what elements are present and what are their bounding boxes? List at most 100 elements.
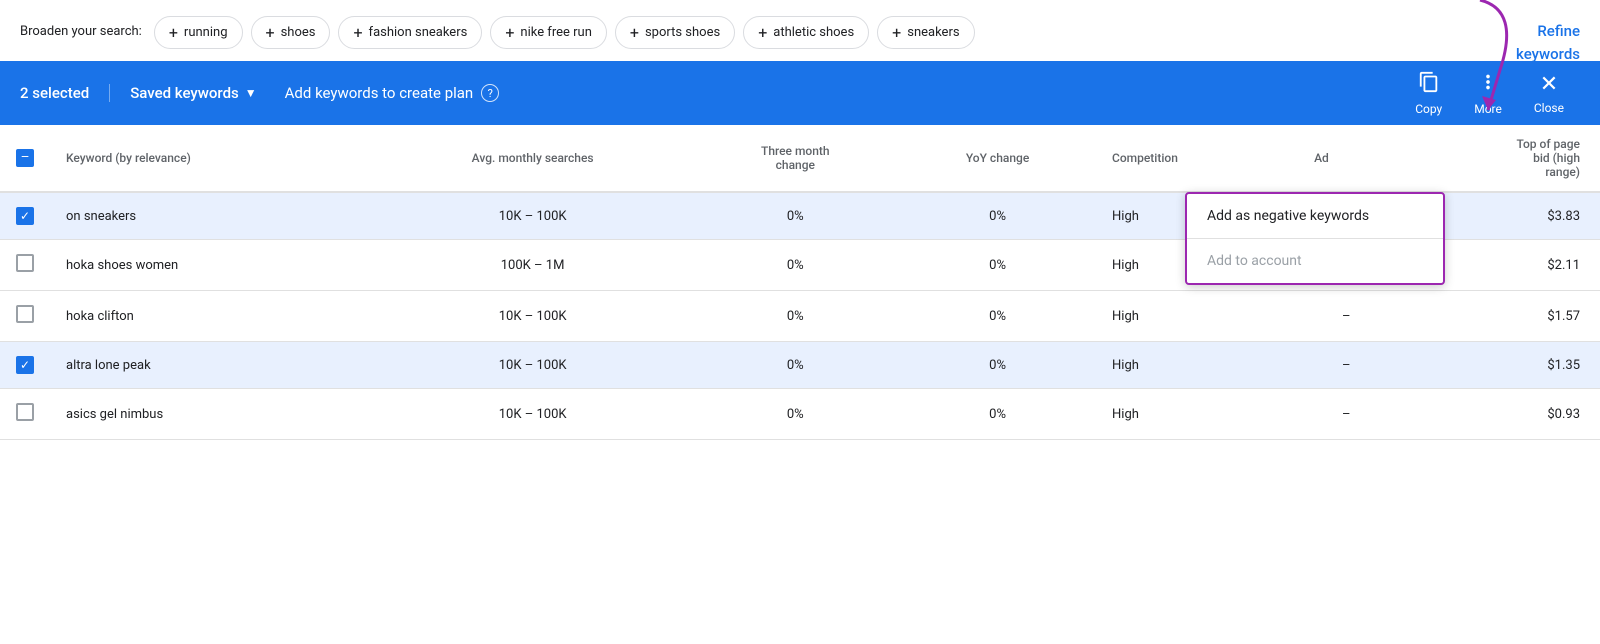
header-ad: Ad [1298,125,1394,192]
plus-icon: + [758,23,767,42]
row5-avg: 10K – 100K [374,389,692,440]
toolbar: 2 selected Saved keywords ▼ Add keywords… [0,61,1600,125]
row5-yoy: 0% [899,389,1096,440]
table-row: asics gel nimbus 10K – 100K 0% 0% High –… [0,389,1600,440]
row4-three-month: 0% [692,342,900,389]
plus-icon: + [630,23,639,42]
row4-avg: 10K – 100K [374,342,692,389]
row2-checkbox-cell[interactable] [0,240,50,291]
refine-keywords-label: Refinekeywords [1516,22,1580,63]
row3-avg: 10K – 100K [374,291,692,342]
row4-keyword: altra lone peak [50,342,374,389]
refine-keywords-link[interactable]: Refinekeywords [1500,16,1580,65]
chip-running-label: running [184,25,228,40]
row4-checkbox[interactable] [16,356,34,374]
row1-keyword: on sneakers [50,192,374,240]
add-to-account-option[interactable]: Add to account [1187,239,1443,283]
row3-checkbox-cell[interactable] [0,291,50,342]
plus-icon: + [505,23,514,42]
row4-competition: High [1096,342,1298,389]
chip-fashion-sneakers-label: fashion sneakers [369,25,468,40]
row3-yoy: 0% [899,291,1096,342]
row2-yoy: 0% [899,240,1096,291]
more-icon [1477,71,1499,98]
row1-yoy: 0% [899,192,1096,240]
header-bid: Top of pagebid (highrange) [1395,125,1600,192]
chip-sneakers-label: sneakers [907,25,959,40]
chevron-down-icon: ▼ [245,86,257,100]
row5-checkbox[interactable] [16,403,34,421]
header-competition: Competition [1096,125,1298,192]
chip-athletic-shoes[interactable]: + athletic shoes [743,16,869,49]
row3-keyword: hoka clifton [50,291,374,342]
row5-checkbox-cell[interactable] [0,389,50,440]
header-yoy: YoY change [899,125,1096,192]
chip-running[interactable]: + running [154,16,243,49]
add-keywords-button[interactable]: Add keywords to create plan ? [285,84,500,102]
page-wrapper: Broaden your search: + running + shoes +… [0,0,1600,644]
row3-checkbox[interactable] [16,305,34,323]
chip-athletic-shoes-label: athletic shoes [773,25,854,40]
chip-fashion-sneakers[interactable]: + fashion sneakers [338,16,482,49]
more-label: More [1474,102,1502,116]
row4-bid: $1.35 [1395,342,1600,389]
toolbar-right: Copy More ✕ Close [1399,63,1580,124]
header-three-month: Three monthchange [692,125,900,192]
more-dropdown: Add as negative keywords Add to account [1185,192,1445,285]
row4-checkbox-cell[interactable] [0,342,50,389]
row4-ad: – [1298,342,1394,389]
copy-button[interactable]: Copy [1399,63,1458,124]
row2-keyword: hoka shoes women [50,240,374,291]
saved-keywords-button[interactable]: Saved keywords ▼ [130,84,256,102]
plus-icon: + [169,23,178,42]
row3-bid: $1.57 [1395,291,1600,342]
row4-yoy: 0% [899,342,1096,389]
row2-avg: 100K – 1M [374,240,692,291]
add-keywords-label: Add keywords to create plan [285,84,474,102]
chip-nike-free-run[interactable]: + nike free run [490,16,607,49]
row5-competition: High [1096,389,1298,440]
close-label: Close [1534,101,1564,115]
broaden-label: Broaden your search: [20,16,142,39]
toolbar-selected-count: 2 selected [20,84,110,102]
row1-three-month: 0% [692,192,900,240]
chip-shoes[interactable]: + shoes [251,16,331,49]
row1-avg: 10K – 100K [374,192,692,240]
table-row: altra lone peak 10K – 100K 0% 0% High – … [0,342,1600,389]
chip-shoes-label: shoes [281,25,316,40]
plus-icon: + [892,23,901,42]
header-avg-monthly: Avg. monthly searches [374,125,692,192]
row3-competition: High [1096,291,1298,342]
chip-nike-free-run-label: nike free run [520,25,592,40]
close-button[interactable]: ✕ Close [1518,64,1580,123]
header-keyword: Keyword (by relevance) [50,125,374,192]
row5-keyword: asics gel nimbus [50,389,374,440]
row1-checkbox[interactable] [16,207,34,225]
table-header-row: Keyword (by relevance) Avg. monthly sear… [0,125,1600,192]
chip-sports-shoes-label: sports shoes [645,25,720,40]
row2-checkbox[interactable] [16,254,34,272]
copy-icon [1418,71,1440,98]
chip-sneakers[interactable]: + sneakers [877,16,974,49]
help-icon[interactable]: ? [481,84,499,102]
select-all-checkbox[interactable] [16,149,34,167]
row3-ad: – [1298,291,1394,342]
row2-three-month: 0% [692,240,900,291]
close-icon: ✕ [1540,72,1558,97]
row5-three-month: 0% [692,389,900,440]
row3-three-month: 0% [692,291,900,342]
header-checkbox-col [0,125,50,192]
row5-ad: – [1298,389,1394,440]
add-negative-keywords-option[interactable]: Add as negative keywords [1187,194,1443,238]
table-row: hoka clifton 10K – 100K 0% 0% High – $1.… [0,291,1600,342]
top-section: Broaden your search: + running + shoes +… [0,0,1600,61]
plus-icon: + [266,23,275,42]
plus-icon: + [353,23,362,42]
row1-checkbox-cell[interactable] [0,192,50,240]
chip-sports-shoes[interactable]: + sports shoes [615,16,735,49]
chips-area: + running + shoes + fashion sneakers + n… [154,16,1580,49]
more-button[interactable]: More [1458,63,1518,124]
saved-keywords-label: Saved keywords [130,84,239,102]
row5-bid: $0.93 [1395,389,1600,440]
copy-label: Copy [1415,102,1442,116]
